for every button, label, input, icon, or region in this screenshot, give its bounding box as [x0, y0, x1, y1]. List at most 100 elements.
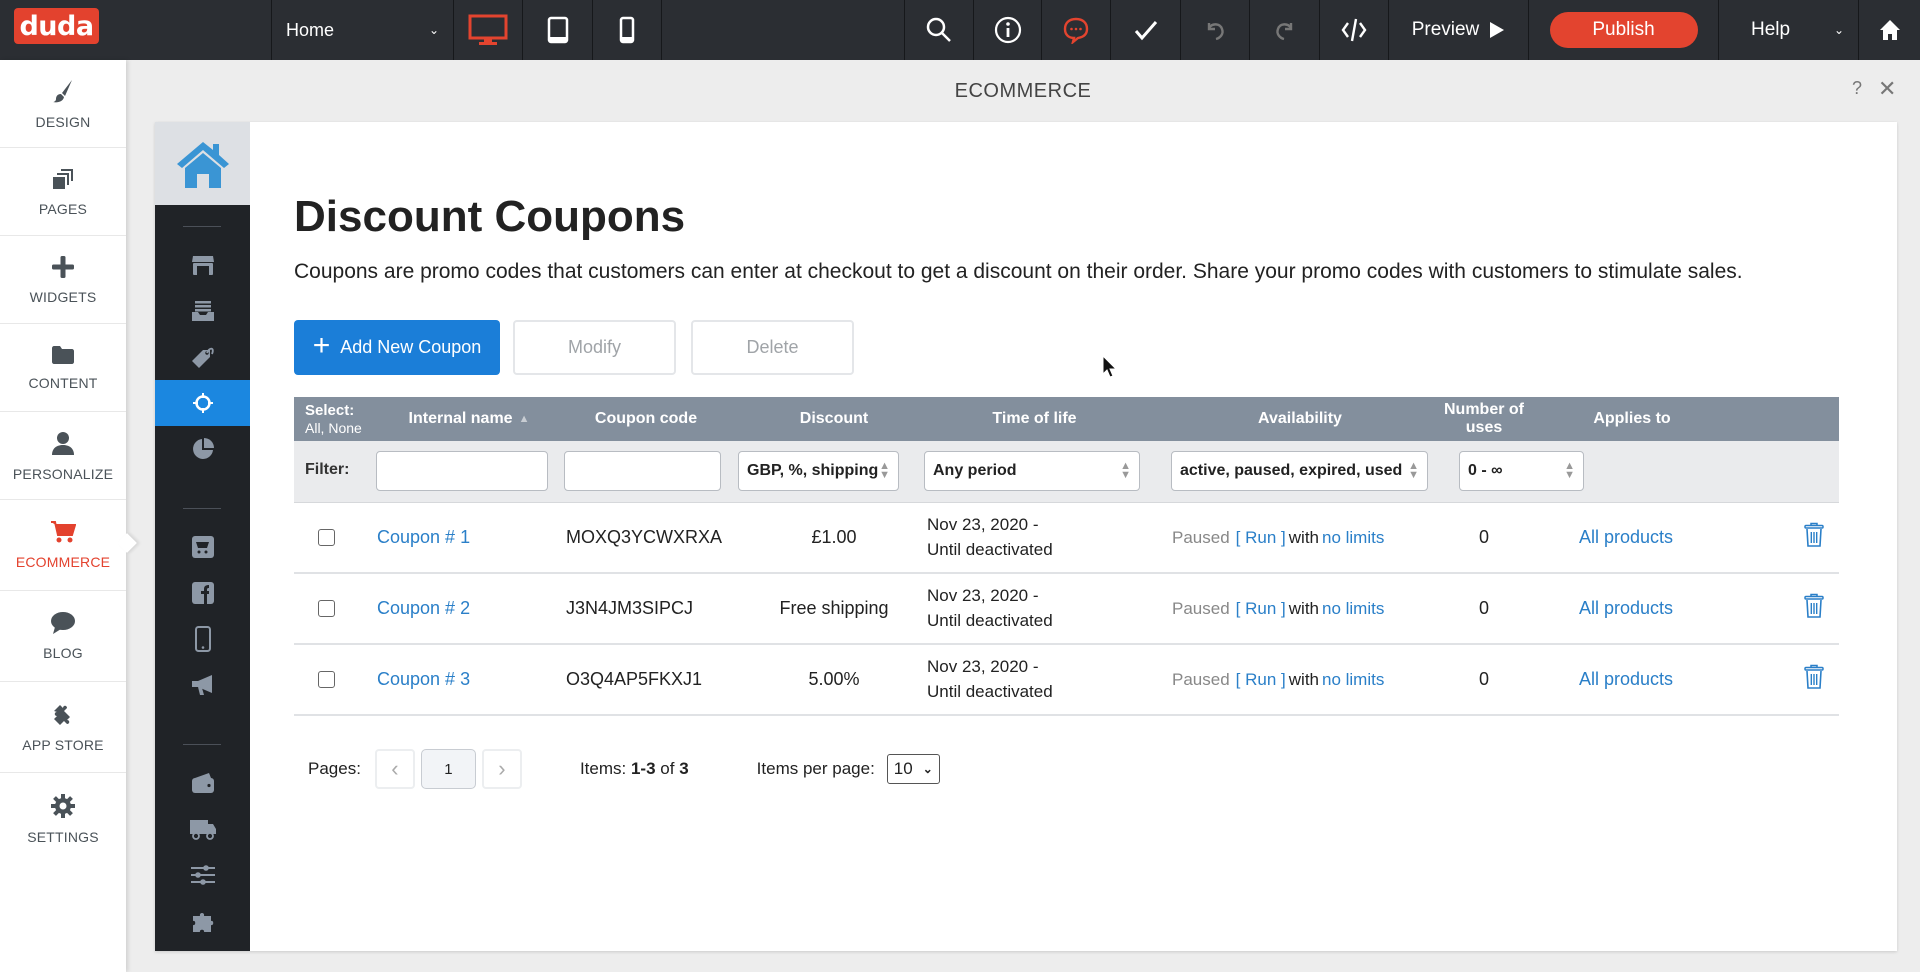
next-page-button[interactable]: › — [481, 749, 522, 789]
coupon-code: J3N4JM3SIPCJ — [566, 598, 694, 618]
life-end: Until deactivated — [927, 681, 1053, 701]
filter-coupon-code-input[interactable] — [564, 451, 721, 491]
close-icon[interactable]: ✕ — [1878, 76, 1896, 102]
per-page-label: Items per page: — [756, 759, 875, 778]
select-all-none-links[interactable]: All, None — [305, 420, 362, 436]
select-value: GBP, %, shipping — [747, 462, 879, 479]
rail-storefront-button[interactable] — [155, 524, 250, 570]
add-coupon-button[interactable]: + Add New Coupon — [294, 320, 500, 375]
rail-home-button[interactable] — [155, 122, 250, 205]
select-header: Select: All, None — [305, 397, 362, 441]
delete-coupon-button[interactable] — [1804, 503, 1824, 572]
coupon-name-link[interactable]: Coupon # 2 — [377, 574, 470, 643]
comments-icon — [1063, 17, 1089, 44]
row-checkbox[interactable] — [318, 503, 335, 572]
preview-button[interactable]: Preview — [1388, 0, 1528, 60]
sidebar-item-design[interactable]: DESIGN — [0, 60, 126, 148]
device-desktop-button[interactable] — [453, 0, 522, 60]
pages-icon — [51, 167, 75, 191]
coupon-name-link[interactable]: Coupon # 1 — [377, 503, 470, 572]
coupon-name-link[interactable]: Coupon # 3 — [377, 645, 470, 714]
rail-payments-button[interactable] — [155, 760, 250, 806]
run-link[interactable]: [ Run ] — [1236, 670, 1286, 690]
life-start: Nov 23, 2020 - — [927, 585, 1039, 605]
publish-button[interactable]: Publish — [1549, 12, 1698, 48]
rail-coupons-button[interactable] — [155, 380, 250, 426]
coupon-uses: 0 — [1478, 527, 1489, 547]
row-checkbox[interactable] — [318, 574, 335, 643]
sidebar-item-widgets[interactable]: WIDGETS — [0, 236, 126, 324]
limits-link[interactable]: no limits — [1322, 670, 1384, 690]
redo-button[interactable] — [1249, 0, 1319, 60]
code-button[interactable] — [1319, 0, 1388, 60]
column-header-internal-name[interactable]: Internal name ▲ — [394, 397, 544, 441]
search-button[interactable] — [904, 0, 973, 60]
help-icon[interactable]: ? — [1852, 78, 1862, 99]
rail-facebook-button[interactable] — [155, 570, 250, 616]
row-checkbox[interactable] — [318, 645, 335, 714]
filter-discount-select[interactable]: GBP, %, shipping ▲ ▼ — [738, 451, 899, 491]
comments-button[interactable] — [1041, 0, 1110, 60]
delete-coupon-button[interactable] — [1804, 645, 1824, 714]
undo-button[interactable] — [1180, 0, 1249, 60]
device-tablet-button[interactable] — [522, 0, 592, 60]
sidebar-item-app-store[interactable]: APP STORE — [0, 682, 126, 773]
sidebar-item-content[interactable]: CONTENT — [0, 324, 126, 412]
items-per-page-select[interactable]: 10 ⌄ — [886, 754, 940, 784]
applies-to-link[interactable]: All products — [1579, 574, 1673, 643]
run-link[interactable]: [ Run ] — [1236, 599, 1286, 619]
limits-link[interactable]: no limits — [1322, 599, 1384, 619]
table-header: Select: All, None Internal name ▲ Coupon… — [294, 397, 1839, 441]
delete-coupon-button[interactable] — [1804, 574, 1824, 643]
limits-link[interactable]: no limits — [1322, 528, 1384, 548]
rail-orders-button[interactable] — [155, 288, 250, 334]
current-page-input[interactable]: 1 — [420, 749, 476, 789]
applies-to-link[interactable]: All products — [1579, 645, 1673, 714]
sidebar-item-ecommerce[interactable]: ECOMMERCE — [0, 500, 126, 591]
rail-divider — [183, 226, 221, 227]
duda-logo[interactable]: duda — [14, 8, 99, 44]
page-selector[interactable]: Home ⌄ — [271, 0, 453, 60]
check-button[interactable] — [1110, 0, 1180, 60]
status-text: Paused — [1172, 527, 1230, 547]
items-label: Items: — [579, 759, 627, 778]
column-header-discount: Discount — [799, 409, 869, 427]
coupon-code: MOXQ3YCWXRXA — [566, 527, 723, 547]
filter-time-of-life-select[interactable]: Any period ▲ ▼ — [924, 451, 1140, 491]
help-label: Help — [1751, 19, 1791, 40]
rail-products-button[interactable] — [155, 334, 250, 380]
rail-store-button[interactable] — [155, 242, 250, 288]
run-link[interactable]: [ Run ] — [1236, 528, 1286, 548]
filter-availability-select[interactable]: active, paused, expired, used ▲ ▼ — [1171, 451, 1428, 491]
rail-shipping-button[interactable] — [155, 806, 250, 852]
info-button[interactable] — [973, 0, 1041, 60]
prev-page-button[interactable]: ‹ — [374, 749, 415, 789]
page-selector-value: Home — [286, 19, 335, 40]
rail-mobile-button[interactable] — [155, 616, 250, 662]
rail-reports-button[interactable] — [155, 426, 250, 472]
select-arrows-icon: ▲ ▼ — [1408, 460, 1419, 481]
delete-button[interactable]: Delete — [691, 320, 854, 375]
rail-marketing-button[interactable] — [155, 662, 250, 708]
rail-settings-button[interactable] — [155, 852, 250, 898]
target-icon — [192, 393, 213, 413]
rail-extensions-button[interactable] — [155, 898, 250, 944]
help-menu[interactable]: Help ⌄ — [1718, 0, 1858, 60]
sidebar-item-settings[interactable]: SETTINGS — [0, 773, 126, 864]
home-icon — [176, 141, 229, 188]
life-end: Until deactivated — [927, 610, 1053, 630]
sidebar-item-pages[interactable]: PAGES — [0, 148, 126, 236]
applies-to-link[interactable]: All products — [1579, 503, 1673, 572]
sidebar-item-personalize[interactable]: PERSONALIZE — [0, 412, 126, 500]
with-text: with — [1288, 598, 1319, 618]
trash-icon — [1804, 593, 1824, 624]
mouse-cursor — [1102, 355, 1118, 378]
filter-internal-name-input[interactable] — [376, 451, 548, 491]
dashboard-home-button[interactable] — [1858, 0, 1920, 60]
coupon-discount: 5.00% — [808, 669, 860, 689]
device-mobile-button[interactable] — [592, 0, 661, 60]
sidebar-item-blog[interactable]: BLOG — [0, 591, 126, 682]
filter-number-of-uses-select[interactable]: 0 - ∞ ▲ ▼ — [1459, 451, 1584, 491]
modify-button[interactable]: Modify — [513, 320, 676, 375]
filter-label: Filter: — [305, 461, 350, 478]
